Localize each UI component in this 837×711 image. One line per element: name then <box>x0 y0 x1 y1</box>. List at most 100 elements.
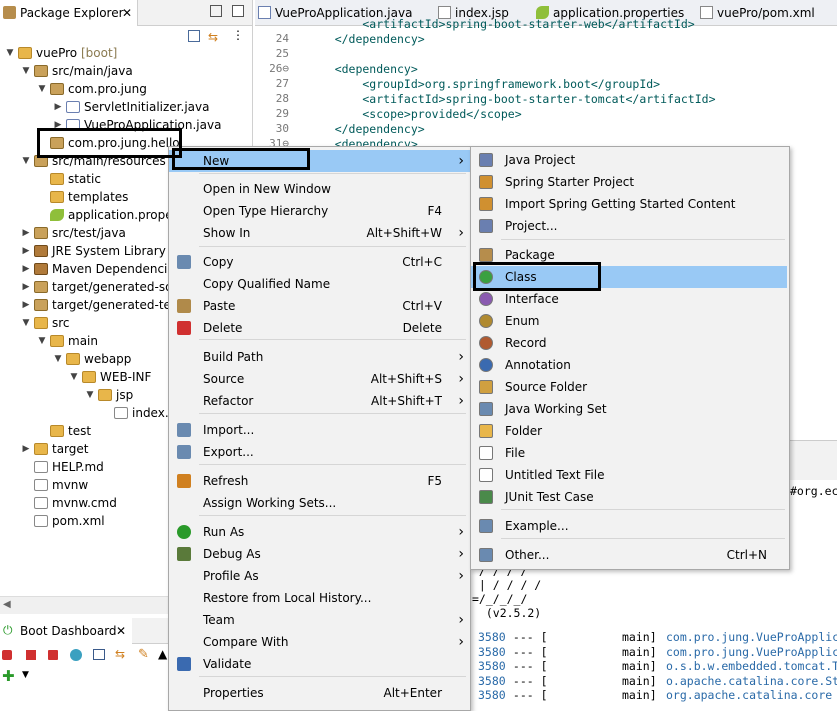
menu-item-run-as[interactable]: Run As › <box>169 521 470 543</box>
filter-icon[interactable]: ▲ <box>158 647 167 661</box>
menu-item-open-type-hierarchy[interactable]: Open Type Hierarchy F4 <box>169 200 470 222</box>
close-icon[interactable]: ✕ <box>122 0 132 26</box>
collapsed-icon[interactable]: ▶ <box>20 224 32 242</box>
minimize-icon[interactable] <box>210 5 222 17</box>
submenu-item-enum[interactable]: Enum <box>471 310 787 332</box>
menu-item-build-path[interactable]: Build Path › <box>169 346 470 368</box>
dropdown-icon[interactable]: ▼ <box>22 670 29 680</box>
tree-item[interactable]: ▼ src <box>20 314 70 332</box>
menu-item-delete[interactable]: Delete Delete <box>169 317 470 339</box>
log-logger[interactable]: com.pro.jung.VueProApplic <box>666 645 837 659</box>
collapsed-icon[interactable]: ▶ <box>20 278 32 296</box>
menu-item-paste[interactable]: Paste Ctrl+V <box>169 295 470 317</box>
submenu-item-source-folder[interactable]: Source Folder <box>471 376 787 398</box>
menu-item-copy-qualified-name[interactable]: Copy Qualified Name <box>169 273 470 295</box>
menu-item-source[interactable]: Source Alt+Shift+S › <box>169 368 470 390</box>
tab-pom-xml[interactable]: vuePro/pom.xml <box>697 0 837 26</box>
tree-item[interactable]: mvnw.cmd <box>20 494 117 512</box>
tree-item[interactable]: test <box>36 422 91 440</box>
tree-item[interactable]: ▶ target <box>20 440 89 458</box>
menu-item-validate[interactable]: Validate <box>169 653 470 675</box>
submenu-item-interface[interactable]: Interface <box>471 288 787 310</box>
open-browser-icon[interactable] <box>70 649 82 661</box>
close-icon[interactable]: ✕ <box>116 618 126 644</box>
collapsed-icon[interactable]: ▶ <box>52 98 64 116</box>
expanded-icon[interactable]: ▼ <box>20 62 32 80</box>
menu-item-refresh[interactable]: Refresh F5 <box>169 470 470 492</box>
tree-item[interactable]: index.js <box>100 404 178 422</box>
submenu-item-project[interactable]: Project... <box>471 215 787 237</box>
submenu-item-annotation[interactable]: Annotation <box>471 354 787 376</box>
menu-item-assign-working-sets[interactable]: Assign Working Sets... <box>169 492 470 514</box>
submenu-item-java-working-set[interactable]: Java Working Set <box>471 398 787 420</box>
expanded-icon[interactable]: ▼ <box>84 386 96 404</box>
tree-item[interactable]: HELP.md <box>20 458 104 476</box>
edit-icon[interactable]: ✎ <box>138 647 149 662</box>
menu-item-import[interactable]: Import... <box>169 419 470 441</box>
menu-item-compare-with[interactable]: Compare With › <box>169 631 470 653</box>
tree-item[interactable]: ▶ Maven Dependencies <box>20 260 181 278</box>
submenu-item-java-project[interactable]: Java Project <box>471 149 787 171</box>
log-logger[interactable]: com.pro.jung.VueProApplic <box>666 630 837 644</box>
menu-item-refactor[interactable]: Refactor Alt+Shift+T › <box>169 390 470 412</box>
tree-item[interactable]: ▼ main <box>36 332 98 350</box>
submenu-item-other[interactable]: Other... Ctrl+N <box>471 544 787 566</box>
stop-icon[interactable] <box>2 650 12 660</box>
tab-package-explorer[interactable]: Package Explorer ✕ <box>0 0 138 26</box>
tree-item[interactable]: ▶ target/generated-test- <box>20 296 187 314</box>
collapse-all-icon[interactable] <box>188 30 200 42</box>
stop-all-icon[interactable] <box>26 650 36 660</box>
add-icon[interactable]: ✚ <box>2 667 15 685</box>
menu-item-team[interactable]: Team › <box>169 609 470 631</box>
tree-item[interactable]: ▶ target/generated-sour <box>20 278 185 296</box>
expanded-icon[interactable]: ▼ <box>52 350 64 368</box>
menu-item-copy[interactable]: Copy Ctrl+C <box>169 251 470 273</box>
collapsed-icon[interactable]: ▶ <box>20 440 32 458</box>
tab-boot-dashboard[interactable]: ⏻ Boot Dashboard ✕ <box>0 618 132 644</box>
terminate-icon[interactable] <box>48 650 58 660</box>
tree-item[interactable]: static <box>36 170 101 188</box>
menu-item-debug-as[interactable]: Debug As › <box>169 543 470 565</box>
expanded-icon[interactable]: ▼ <box>20 152 32 170</box>
view-menu-icon[interactable]: ⋮ <box>232 28 244 42</box>
menu-item-export[interactable]: Export... <box>169 441 470 463</box>
menu-item-profile-as[interactable]: Profile As › <box>169 565 470 587</box>
submenu-item-file[interactable]: File <box>471 442 787 464</box>
tree-item[interactable]: ▼ webapp <box>52 350 132 368</box>
submenu-item-import-spring-getting-started-content[interactable]: Import Spring Getting Started Content <box>471 193 787 215</box>
tree-item[interactable]: ▼ src/main/java <box>20 62 133 80</box>
collapsed-icon[interactable]: ▶ <box>20 260 32 278</box>
tree-item[interactable]: ▼ jsp <box>84 386 134 404</box>
tree-item[interactable]: ▼ WEB-INF <box>68 368 152 386</box>
menu-item-properties[interactable]: Properties Alt+Enter <box>169 682 470 704</box>
submenu-item-record[interactable]: Record <box>471 332 787 354</box>
tree-item[interactable]: templates <box>36 188 128 206</box>
submenu-item-folder[interactable]: Folder <box>471 420 787 442</box>
submenu-item-example[interactable]: Example... <box>471 515 787 537</box>
log-logger[interactable]: o.apache.catalina.core.St <box>666 674 837 688</box>
tree-item[interactable]: ▼ vuePro [boot] <box>4 44 118 62</box>
expanded-icon[interactable]: ▼ <box>68 368 80 386</box>
link-icon[interactable]: ⇆ <box>115 647 125 661</box>
tree-item[interactable]: ▶ ServletInitializer.java <box>52 98 210 116</box>
log-logger[interactable]: org.apache.catalina.core <box>666 688 832 702</box>
console-icon[interactable] <box>93 649 105 660</box>
collapsed-icon[interactable]: ▶ <box>20 242 32 260</box>
tree-item[interactable]: application.propert <box>36 206 182 224</box>
expanded-icon[interactable]: ▼ <box>36 80 48 98</box>
tree-item[interactable]: pom.xml <box>20 512 105 530</box>
log-logger[interactable]: o.s.b.w.embedded.tomcat.T <box>666 659 837 673</box>
menu-item-restore-from-local-history[interactable]: Restore from Local History... <box>169 587 470 609</box>
maximize-icon[interactable] <box>232 5 244 17</box>
submenu-item-junit-test-case[interactable]: JUnit Test Case <box>471 486 787 508</box>
expanded-icon[interactable]: ▼ <box>4 44 16 62</box>
tree-item[interactable]: mvnw <box>20 476 88 494</box>
expanded-icon[interactable]: ▼ <box>20 314 32 332</box>
scroll-left-icon[interactable]: ◀ <box>3 599 11 610</box>
link-with-editor-icon[interactable]: ⇆ <box>208 30 218 44</box>
collapsed-icon[interactable]: ▶ <box>20 296 32 314</box>
tree-item[interactable]: ▼ com.pro.jung <box>36 80 147 98</box>
submenu-item-spring-starter-project[interactable]: Spring Starter Project <box>471 171 787 193</box>
menu-item-show-in[interactable]: Show In Alt+Shift+W › <box>169 222 470 244</box>
submenu-item-untitled-text-file[interactable]: Untitled Text File <box>471 464 787 486</box>
